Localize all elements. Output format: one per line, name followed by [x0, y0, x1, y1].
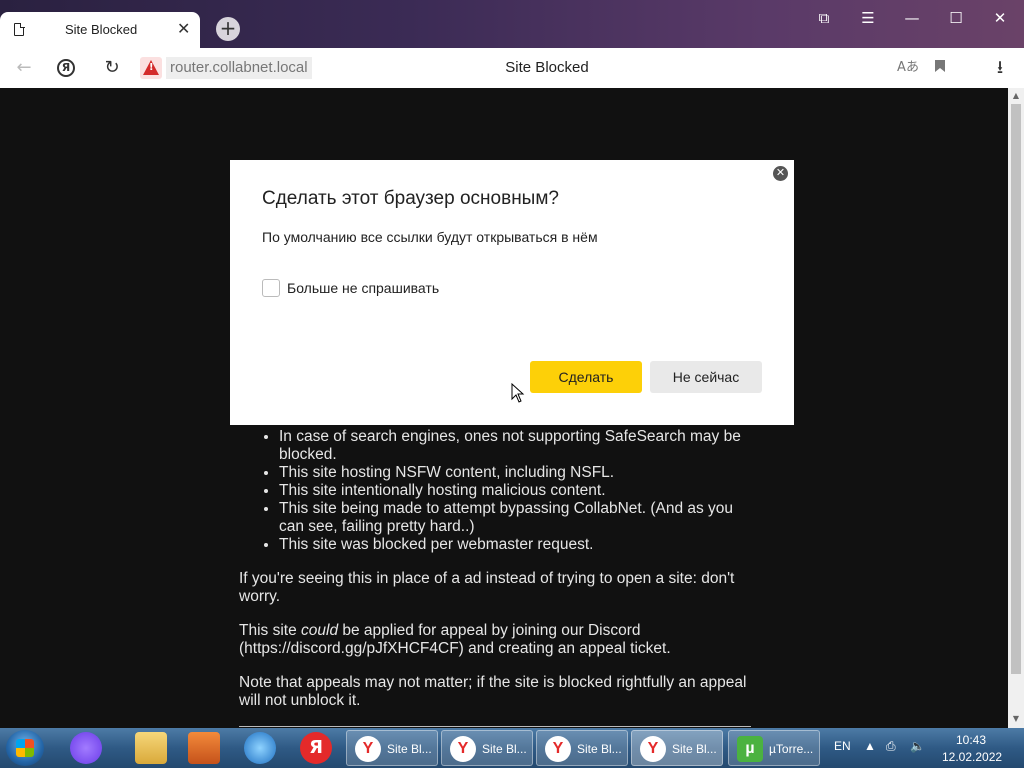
taskbar-window-site-blocked[interactable]: Y Site Bl...	[346, 730, 438, 766]
scroll-up-arrow-icon[interactable]: ▲	[1011, 91, 1021, 101]
tab-title: Site Blocked	[65, 22, 138, 37]
taskbar-label: Site Bl...	[482, 742, 527, 756]
list-item: In case of search engines, ones not supp…	[279, 428, 759, 464]
taskbar-label: Site Bl...	[577, 742, 622, 756]
list-item: This site intentionally hosting maliciou…	[279, 482, 759, 500]
dialog-title: Сделать этот браузер основным?	[262, 188, 559, 209]
block-reasons-list: In case of search engines, ones not supp…	[279, 428, 759, 554]
translate-icon[interactable]: Aあ	[896, 56, 920, 80]
dont-ask-label[interactable]: Больше не спрашивать	[287, 280, 439, 296]
tab-site-blocked[interactable]: Site Blocked ✕	[0, 12, 200, 48]
appeal-warning: Note that appeals may not matter; if the…	[239, 674, 747, 709]
internet-explorer-icon[interactable]	[244, 732, 276, 764]
list-item: This site hosting NSFW content, includin…	[279, 464, 759, 482]
not-now-button[interactable]: Не сейчас	[650, 361, 762, 393]
dialog-close-icon[interactable]: ✕	[773, 166, 788, 181]
bookmark-icon[interactable]	[928, 56, 952, 80]
taskbar-window-utorrent[interactable]: µ µTorre...	[728, 730, 820, 766]
appeal-text-a: This site	[239, 622, 302, 639]
block-notice: In case of search engines, ones not supp…	[239, 428, 759, 710]
tab-close-icon[interactable]: ✕	[177, 19, 190, 38]
taskbar-label: Site Bl...	[672, 742, 717, 756]
make-default-button[interactable]: Сделать	[530, 361, 642, 393]
ad-notice: If you're seeing this in place of a ad i…	[239, 570, 735, 605]
page-title: Site Blocked	[505, 59, 589, 76]
yandex-icon: Y	[355, 736, 381, 762]
clock-date[interactable]: 12.02.2022	[942, 750, 1002, 764]
taskbar: Я Y Site Bl... Y Site Bl... Y Site Bl... YS…	[0, 728, 1024, 768]
maximize-button[interactable]: ☐	[944, 8, 968, 28]
alice-assistant-icon[interactable]	[70, 732, 102, 764]
show-hidden-icons-icon[interactable]: ▲	[864, 739, 876, 753]
start-button[interactable]	[6, 730, 44, 766]
file-explorer-icon[interactable]	[135, 732, 167, 764]
appeal-info: This site could be applied for appeal by…	[239, 622, 759, 658]
vertical-scrollbar[interactable]: ▲ ▼	[1008, 88, 1024, 728]
menu-icon[interactable]: ☰	[856, 8, 880, 28]
dont-ask-checkbox[interactable]	[262, 279, 280, 297]
taskbar-window-site-blocked[interactable]: Y Site Bl...	[441, 730, 533, 766]
dialog-subtitle: По умолчанию все ссылки будут открыватьс…	[262, 229, 598, 245]
taskbar-label: µTorre...	[769, 742, 814, 756]
mouse-cursor-icon	[511, 383, 525, 403]
download-icon[interactable]: ⭳	[988, 56, 1012, 80]
close-window-button[interactable]: ✕	[988, 8, 1012, 28]
scroll-down-arrow-icon[interactable]: ▼	[1011, 714, 1021, 724]
address-bar: ← Я ↻ router.collabnet.local Site Blocke…	[0, 48, 1024, 88]
yandex-icon: Y	[545, 736, 571, 762]
yandex-icon: Y	[450, 736, 476, 762]
utorrent-icon: µ	[737, 736, 763, 762]
scroll-thumb[interactable]	[1011, 104, 1021, 674]
appeal-emphasis: could	[301, 622, 339, 639]
media-player-icon[interactable]	[188, 732, 220, 764]
yandex-icon: Y	[640, 736, 666, 762]
bookmarks-panel-icon[interactable]: ⧉	[812, 8, 836, 28]
list-item: This site was blocked per webmaster requ…	[279, 536, 759, 554]
taskbar-window-site-blocked-active[interactable]: Y Site Bl...	[631, 730, 723, 766]
language-indicator[interactable]: EN	[834, 739, 851, 753]
minimize-button[interactable]: —	[900, 8, 924, 28]
new-tab-button[interactable]: +	[216, 17, 240, 41]
title-bar: Site Blocked ✕ + ⧉ ☰ — ☐ ✕	[0, 0, 1024, 48]
network-icon[interactable]: ⎙	[886, 739, 896, 754]
clock-time[interactable]: 10:43	[956, 733, 986, 747]
document-icon	[14, 22, 25, 36]
taskbar-label: Site Bl...	[387, 742, 432, 756]
volume-icon[interactable]: 🔈	[910, 739, 925, 753]
list-item: This site being made to attempt bypassin…	[279, 500, 759, 536]
divider	[239, 726, 751, 727]
yandex-browser-icon[interactable]: Я	[300, 732, 332, 764]
taskbar-window-site-blocked[interactable]: Y Site Bl...	[536, 730, 628, 766]
